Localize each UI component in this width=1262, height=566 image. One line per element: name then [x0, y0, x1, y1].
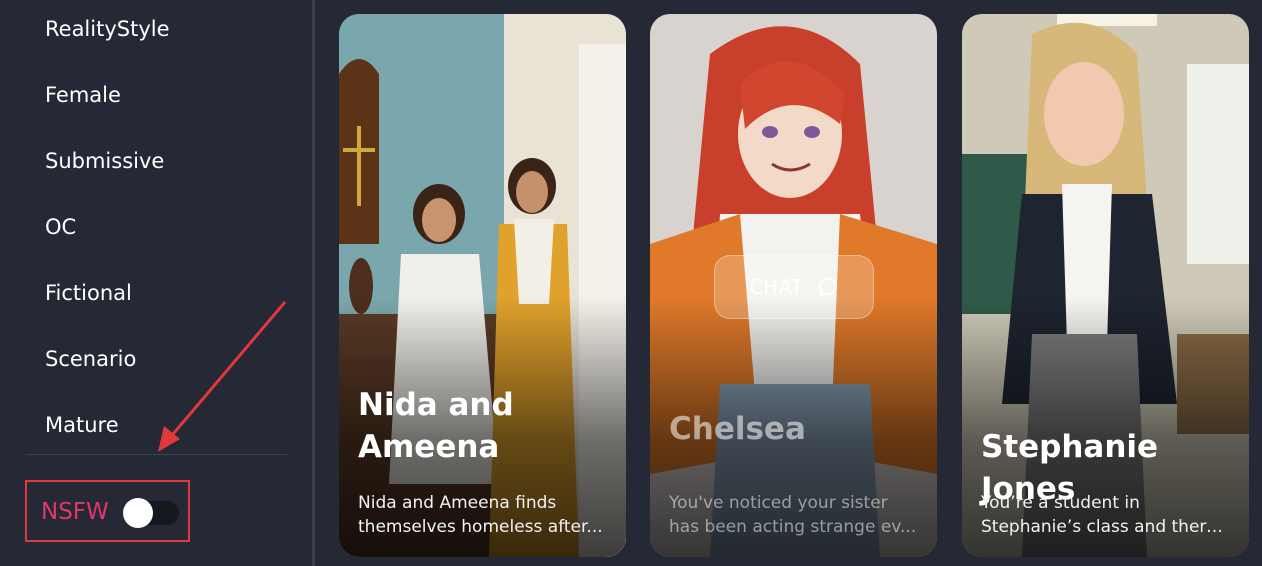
nsfw-label: NSFW [41, 499, 109, 525]
card-desc-line1: You've noticed your sister [669, 493, 888, 513]
sidebar: RealityStyle Female Submissive OC Fictio… [0, 0, 312, 566]
category-fictional[interactable]: Fictional [45, 279, 132, 307]
card-description: You've noticed your sister has been acti… [669, 491, 919, 539]
card-desc-line1: Nida and Ameena finds [358, 493, 557, 513]
character-card-nida-ameena[interactable]: Nida and Ameena Nida and Ameena finds th… [339, 14, 626, 557]
card-desc-line2: has been acting strange ev... [669, 517, 917, 537]
category-oc[interactable]: OC [45, 213, 76, 241]
toggle-knob [123, 498, 153, 528]
chat-button-label: CHAT [749, 275, 803, 299]
category-mature[interactable]: Mature [45, 411, 119, 439]
card-desc-line2: Stephanie’s class and there... [981, 517, 1231, 537]
card-description: Nida and Ameena finds themselves homeles… [358, 491, 608, 539]
speech-bubble-icon [818, 277, 837, 297]
card-title-line1: Chelsea [669, 411, 806, 447]
character-card-stephanie-jones[interactable]: Stephanie Jones You’re a student in Step… [962, 14, 1249, 557]
red-arrow-icon [158, 301, 287, 452]
character-card-chelsea[interactable]: CHAT Chelsea You've noticed your sister … [650, 14, 937, 557]
card-desc-line1: You’re a student in [981, 493, 1140, 513]
category-female[interactable]: Female [45, 81, 121, 109]
card-title-line2: Ameena [358, 429, 500, 465]
category-submissive[interactable]: Submissive [45, 147, 164, 175]
chat-button[interactable]: CHAT [714, 255, 874, 319]
nsfw-toggle[interactable] [123, 498, 179, 528]
card-desc-line2: themselves homeless after... [358, 517, 603, 537]
sidebar-divider [312, 0, 315, 566]
nsfw-highlight: NSFW [25, 480, 190, 542]
card-description: You’re a student in Stephanie’s class an… [981, 491, 1231, 539]
category-realitystyle[interactable]: RealityStyle [45, 15, 170, 43]
category-scenario[interactable]: Scenario [45, 345, 136, 373]
card-title-line1: Nida and [358, 387, 514, 423]
